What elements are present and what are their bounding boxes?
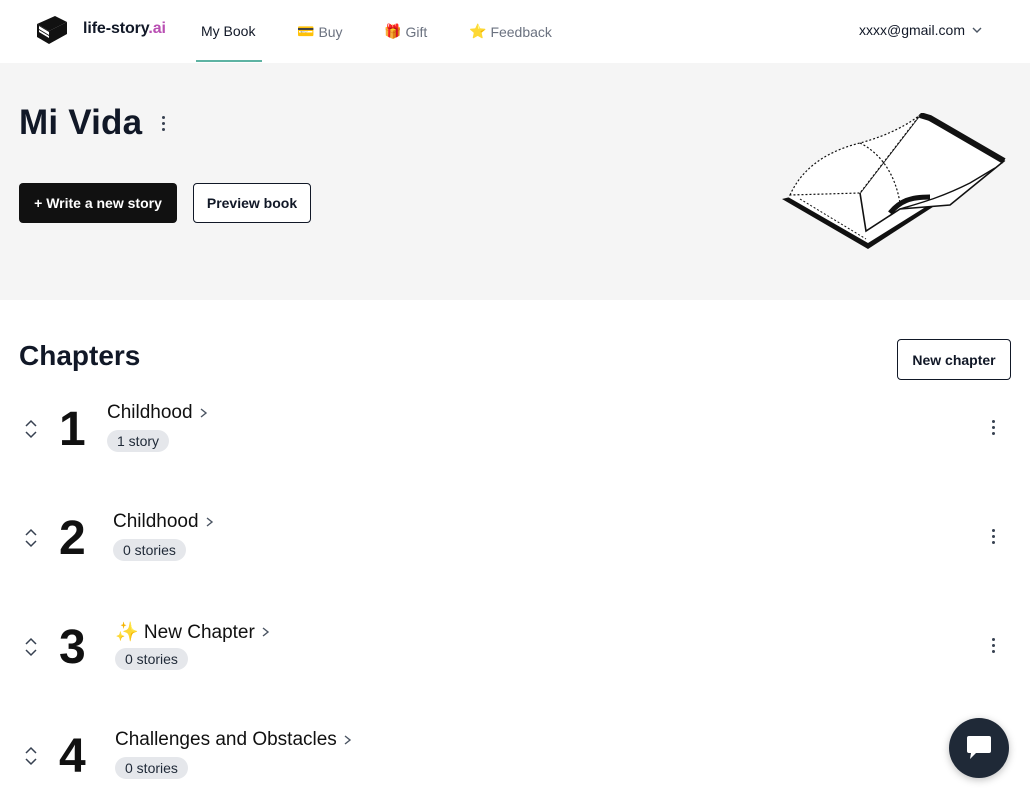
star-icon: ⭐ <box>469 23 487 39</box>
chapter-row[interactable]: 3 ✨ New Chapter 0 stories <box>0 620 1030 700</box>
user-account-menu[interactable]: xxxx@gmail.com <box>859 22 983 38</box>
chapter-options-icon[interactable] <box>986 526 1000 546</box>
user-email: xxxx@gmail.com <box>858 22 965 38</box>
chapter-number: 3 <box>59 621 86 674</box>
brand-logo-text[interactable]: life-story.ai <box>83 20 166 38</box>
story-count-badge: 0 stories <box>115 648 188 670</box>
preview-book-button[interactable]: Preview book <box>193 183 311 223</box>
reorder-handle-icon[interactable] <box>24 745 38 767</box>
chapters-heading: Chapters <box>19 340 141 371</box>
chapter-options-icon[interactable] <box>986 635 1000 655</box>
nav-feedback[interactable]: ⭐ Feedback <box>469 23 552 40</box>
gift-icon: 🎁 <box>384 23 402 39</box>
chat-bubble-icon <box>967 736 991 759</box>
chapter-title-link[interactable]: ✨ New Chapter <box>115 620 270 644</box>
chapter-title: Challenges and Obstacles <box>115 729 337 750</box>
book-title: Mi Vida <box>19 103 143 142</box>
chevron-right-icon <box>206 517 213 527</box>
new-chapter-button[interactable]: New chapter <box>897 339 1011 380</box>
reorder-handle-icon[interactable] <box>24 418 38 440</box>
chevron-down-icon <box>972 27 982 33</box>
chapter-title-link[interactable]: Childhood <box>107 402 208 424</box>
chapter-title: Childhood <box>113 511 199 532</box>
chapter-row[interactable]: 2 Childhood 0 stories <box>0 511 1030 591</box>
story-count-badge: 1 story <box>107 430 170 452</box>
story-count-badge: 0 stories <box>115 757 188 779</box>
chapter-options-icon[interactable] <box>986 417 1000 437</box>
nav-gift[interactable]: 🎁 Gift <box>384 23 427 40</box>
nav-my-book-label: My Book <box>201 23 256 39</box>
chapter-row[interactable]: 1 Childhood 1 story <box>0 402 1030 482</box>
write-new-story-button[interactable]: + Write a new story <box>19 183 177 223</box>
chevron-right-icon <box>344 735 351 745</box>
chapter-title-link[interactable]: Challenges and Obstacles <box>115 729 352 751</box>
chevron-right-icon <box>262 627 269 637</box>
book-header: Mi Vida + Write a new story Preview book <box>0 63 1030 300</box>
book-logo-icon[interactable] <box>33 14 69 46</box>
nav-my-book[interactable]: My Book <box>201 23 255 39</box>
chapter-number: 2 <box>59 512 86 565</box>
nav-feedback-label: Feedback <box>490 23 552 40</box>
top-navigation: life-story.ai My Book 💳 Buy 🎁 Gift ⭐ Fee… <box>0 0 1030 63</box>
chat-launcher-button[interactable] <box>949 718 1009 778</box>
reorder-handle-icon[interactable] <box>24 527 38 549</box>
nav-buy-label: Buy <box>318 23 343 40</box>
book-options-icon[interactable] <box>156 113 170 133</box>
nav-gift-label: Gift <box>405 23 428 40</box>
credit-card-icon: 💳 <box>297 23 315 39</box>
story-count-badge: 0 stories <box>113 539 186 561</box>
chapter-title: ✨ New Chapter <box>115 622 255 643</box>
reorder-handle-icon[interactable] <box>24 636 38 658</box>
chevron-right-icon <box>200 408 207 418</box>
open-book-icon <box>782 113 1006 249</box>
chapter-row[interactable]: 4 Challenges and Obstacles 0 stories <box>0 729 1030 809</box>
active-tab-indicator <box>196 60 262 62</box>
chapter-title-link[interactable]: Childhood <box>113 511 214 533</box>
chapter-number: 1 <box>59 403 86 456</box>
nav-buy[interactable]: 💳 Buy <box>297 23 343 40</box>
chapter-title: Childhood <box>107 402 193 423</box>
chapter-number: 4 <box>59 730 86 783</box>
